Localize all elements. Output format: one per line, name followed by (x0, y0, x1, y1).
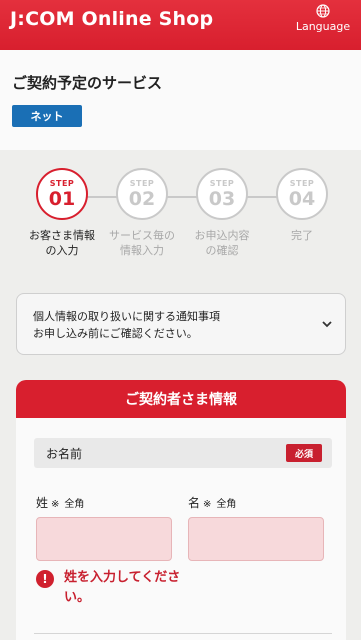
step-3: STEP 03 お申込内容 の確認 (177, 168, 267, 258)
step-text-line2: 情報入力 (120, 244, 164, 257)
required-mark: ※ (51, 499, 60, 510)
step-label: STEP (49, 178, 75, 188)
step-number: 02 (128, 187, 156, 210)
step-text-line2: の入力 (45, 244, 79, 257)
step-circle: STEP 04 (276, 168, 328, 220)
step-circle: STEP 03 (196, 168, 248, 220)
service-title: ご契約予定のサービス (12, 74, 163, 92)
service-section: ご契約予定のサービス ネット (0, 50, 361, 150)
required-mark: ※ (203, 499, 212, 510)
notice-text: 個人情報の取り扱いに関する通知事項 お申し込み前にご確認ください。 (33, 308, 220, 342)
first-name-input[interactable] (188, 517, 324, 561)
step-number: 03 (208, 187, 236, 210)
language-button[interactable]: Language (293, 4, 353, 33)
step-1: STEP 01 お客さま情報 の入力 (17, 168, 107, 258)
name-section-header: お名前 必須 (34, 438, 332, 468)
step-label: STEP (129, 178, 155, 188)
step-text: 完了 (257, 228, 347, 243)
first-name-label: 名 ※ 全角 (188, 494, 236, 511)
fullwidth-note: 全角 (64, 499, 85, 510)
last-name-label: 姓 ※ 全角 (36, 494, 84, 511)
step-circle: STEP 02 (116, 168, 168, 220)
globe-icon (316, 4, 330, 18)
step-text-line1: サービス毎の (109, 229, 175, 242)
step-text-line1: お申込内容 (194, 229, 250, 242)
privacy-notice-accordion[interactable]: 個人情報の取り扱いに関する通知事項 お申し込み前にご確認ください。 (16, 293, 346, 355)
chevron-down-icon[interactable] (321, 318, 333, 330)
notice-line2: お申し込み前にご確認ください。 (33, 327, 198, 340)
name-label: お名前 (46, 447, 83, 461)
step-circle: STEP 01 (36, 168, 88, 220)
first-name-label-text: 名 (188, 496, 201, 510)
error-message: 姓を入力してください。 (64, 570, 181, 605)
last-name-input[interactable] (36, 517, 172, 561)
step-4: STEP 04 完了 (257, 168, 347, 243)
step-text: お申込内容 の確認 (177, 228, 267, 258)
required-badge: 必須 (286, 444, 322, 462)
fullwidth-note: 全角 (216, 499, 237, 510)
step-text: お客さま情報 の入力 (17, 228, 107, 258)
step-2: STEP 02 サービス毎の 情報入力 (97, 168, 187, 258)
step-number: 01 (48, 187, 76, 210)
notice-line1: 個人情報の取り扱いに関する通知事項 (33, 310, 220, 323)
language-label: Language (295, 20, 351, 33)
step-number: 04 (288, 187, 316, 210)
step-text-line2: の確認 (205, 244, 239, 257)
app-header: J:COM Online Shop Language (0, 0, 361, 50)
site-title[interactable]: J:COM Online Shop (10, 8, 213, 30)
last-name-label-text: 姓 (36, 496, 49, 510)
error-icon: ! (36, 570, 54, 588)
step-text-line1: お客さま情報 (29, 229, 95, 242)
contractor-info-card: ご契約者さま情報 お名前 必須 姓 ※ 全角 名 ※ 全角 ! 姓を入力してください。 (16, 380, 346, 640)
divider (34, 633, 332, 634)
step-indicator: STEP 01 お客さま情報 の入力 STEP 02 サービス毎の 情報入力 S… (0, 168, 361, 278)
step-label: STEP (289, 178, 315, 188)
step-text-line1: 完了 (291, 229, 313, 242)
card-heading: ご契約者さま情報 (16, 380, 346, 418)
step-text: サービス毎の 情報入力 (97, 228, 187, 258)
service-badge: ネット (12, 105, 82, 127)
step-label: STEP (209, 178, 235, 188)
